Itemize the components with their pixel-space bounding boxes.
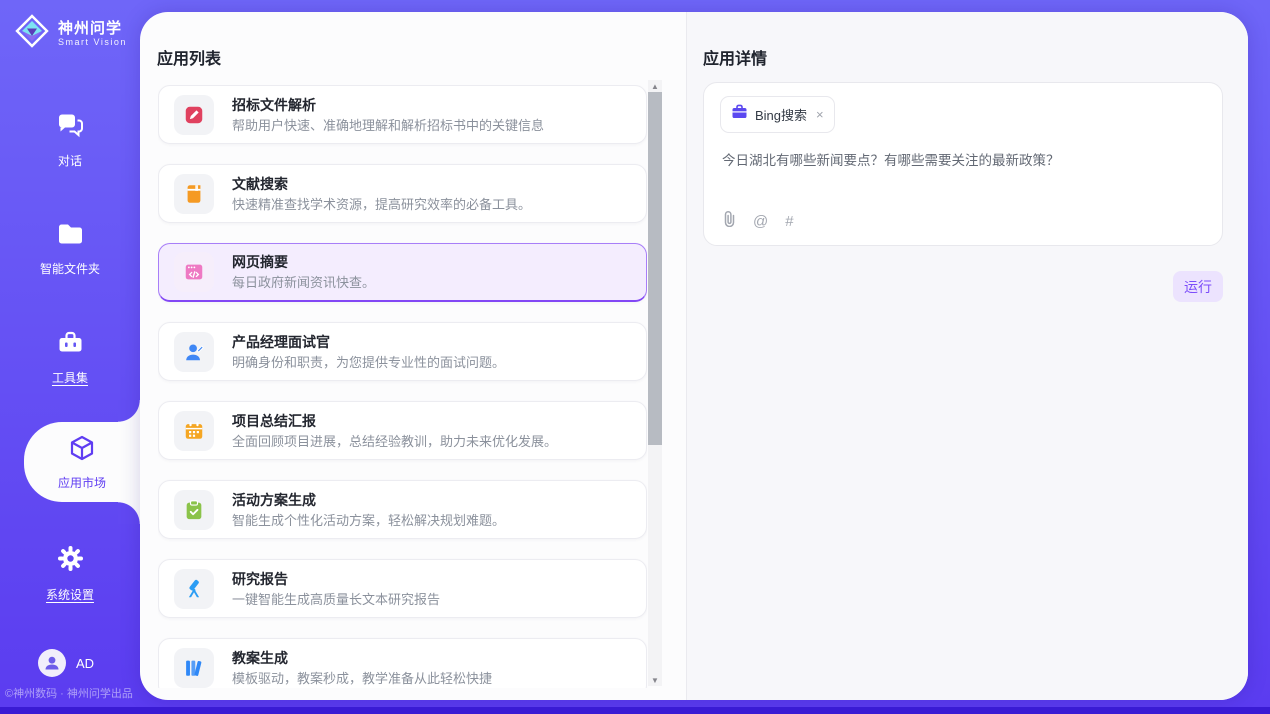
calendar-icon [174,411,214,451]
brand-subtitle: Smart Vision [58,37,127,47]
scroll-down-arrow[interactable]: ▼ [648,674,662,686]
input-actions: @ # [722,211,794,232]
app-card-title: 网页摘要 [232,253,375,271]
copyright-text: ©神州数码 · 神州问学出品 [5,685,140,701]
app-card[interactable]: 教案生成模板驱动，教案秒成，教学准备从此轻松快捷 [158,638,647,688]
gear-icon [57,545,84,577]
books-icon [174,648,214,688]
app-card-description: 明确身份和职责，为您提供专业性的面试问题。 [232,354,505,371]
clipboard-check-icon [174,490,214,530]
app-card-description: 每日政府新闻资讯快查。 [232,274,375,291]
app-card-title: 教案生成 [232,649,492,667]
app-card-title: 招标文件解析 [232,96,544,114]
app-card-title: 文献搜索 [232,175,531,193]
at-icon[interactable]: @ [753,213,768,230]
sidebar-item-label: 工具集 [52,369,88,386]
app-list-title: 应用列表 [157,45,221,69]
app-card-title: 产品经理面试官 [232,333,505,351]
scroll-up-arrow[interactable]: ▲ [648,80,662,92]
sidebar-background: 神州问学 Smart Vision 对话 智能文件夹 [0,0,1270,707]
app-list: 招标文件解析帮助用户快速、准确地理解和解析招标书中的关键信息文献搜索快速精准查找… [158,85,647,688]
user-name: AD [76,656,94,671]
app-card[interactable]: 项目总结汇报全面回顾项目进展，总结经验教训，助力未来优化发展。 [158,401,647,460]
app-list-scrollbar[interactable]: ▲ ▼ [648,80,662,686]
telescope-icon [174,569,214,609]
toolbox-icon [57,330,84,360]
app-card[interactable]: 研究报告一键智能生成高质量长文本研究报告 [158,559,647,618]
main-content: 应用列表 招标文件解析帮助用户快速、准确地理解和解析招标书中的关键信息文献搜索快… [140,12,1248,700]
app-card-title: 活动方案生成 [232,491,505,509]
close-icon[interactable]: × [816,108,824,121]
app-card-description: 一键智能生成高质量长文本研究报告 [232,591,440,608]
brand-name: 神州问学 [58,20,127,37]
sidebar-item-chat[interactable]: 对话 [0,112,140,169]
user-account[interactable]: AD [38,649,94,677]
tool-chip-bing-search[interactable]: Bing搜索 × [720,96,835,133]
app-card[interactable]: 招标文件解析帮助用户快速、准确地理解和解析招标书中的关键信息 [158,85,647,144]
app-root: 神州问学 Smart Vision 对话 智能文件夹 [0,0,1270,714]
sidebar-item-app-market[interactable]: 应用市场 [24,422,140,502]
sidebar-item-label: 对话 [58,152,82,169]
app-card-description: 帮助用户快速、准确地理解和解析招标书中的关键信息 [232,117,544,134]
app-card-title: 项目总结汇报 [232,412,557,430]
folder-icon [57,222,84,251]
diamond-logo-icon [14,13,50,54]
book-icon [174,174,214,214]
app-card[interactable]: 文献搜索快速精准查找学术资源，提高研究效率的必备工具。 [158,164,647,223]
app-card[interactable]: 网页摘要每日政府新闻资讯快查。 [158,243,647,302]
app-card-description: 快速精准查找学术资源，提高研究效率的必备工具。 [232,196,531,213]
sidebar-item-smart-folder[interactable]: 智能文件夹 [0,222,140,277]
app-card[interactable]: 活动方案生成智能生成个性化活动方案，轻松解决规划难题。 [158,480,647,539]
run-button[interactable]: 运行 [1173,271,1223,302]
app-detail-title: 应用详情 [703,45,767,69]
avatar [38,649,66,677]
prompt-text[interactable]: 今日湖北有哪些新闻要点？有哪些需要关注的最新政策？ [722,151,1202,170]
sidebar-item-label: 智能文件夹 [40,260,100,277]
tool-chip-label: Bing搜索 [755,105,807,124]
bottom-edge-strip [0,707,1270,714]
app-card-description: 全面回顾项目进展，总结经验教训，助力未来优化发展。 [232,433,557,450]
sidebar-item-toolset[interactable]: 工具集 [0,330,140,386]
edit-doc-icon [174,95,214,135]
hash-icon[interactable]: # [785,213,793,230]
paperclip-icon[interactable] [722,211,736,232]
bubble-fillet-top [118,400,140,422]
app-card[interactable]: 产品经理面试官明确身份和职责，为您提供专业性的面试问题。 [158,322,647,381]
app-card-description: 模板驱动，教案秒成，教学准备从此轻松快捷 [232,670,492,687]
prompt-input-card[interactable]: Bing搜索 × 今日湖北有哪些新闻要点？有哪些需要关注的最新政策？ @ # [703,82,1223,246]
chat-icon [57,112,84,143]
cube-icon [68,434,96,467]
webpage-icon [174,252,214,292]
brand-logo: 神州问学 Smart Vision [14,13,127,54]
app-detail-panel: 应用详情 Bing搜索 × 今日湖北有哪些新闻要点？ [686,12,1248,700]
sidebar-item-label: 应用市场 [58,474,106,491]
app-card-title: 研究报告 [232,570,440,588]
sidebar-item-settings[interactable]: 系统设置 [0,545,140,603]
briefcase-icon [731,104,748,125]
interviewer-icon [174,332,214,372]
bubble-fillet-bottom [118,502,140,524]
app-card-description: 智能生成个性化活动方案，轻松解决规划难题。 [232,512,505,529]
scrollbar-thumb[interactable] [648,92,662,445]
sidebar-item-label: 系统设置 [46,586,94,603]
